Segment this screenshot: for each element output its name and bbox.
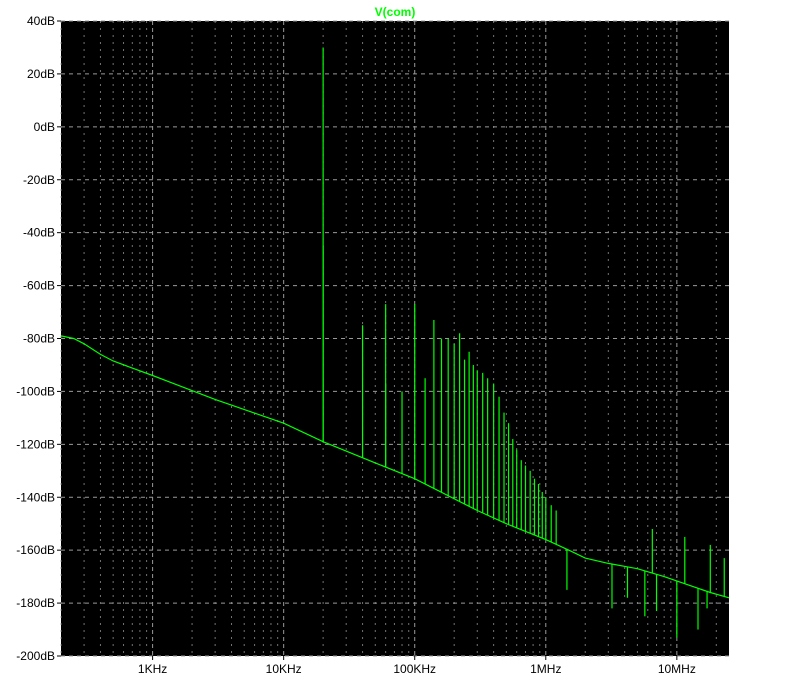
y-axis-ticks: 40dB 20dB 0dB -20dB -40dB -60dB -80dB -100dB -12… <box>16 14 61 663</box>
spectrum-chart[interactable]: 40dB 20dB 0dB -20dB -40dB -60dB -80dB -100dB -12… <box>0 0 796 680</box>
y-tick-label-0: 40dB <box>27 14 55 28</box>
y-tick-label-7: -100dB <box>16 384 55 398</box>
y-tick-label-9: -140dB <box>16 490 55 504</box>
chart-title[interactable]: V(com) <box>375 5 416 19</box>
x-tick-label-0: 1KHz <box>138 662 167 676</box>
y-tick-label-1: 20dB <box>27 67 55 81</box>
y-tick-label-5: -60dB <box>23 279 55 293</box>
y-tick-label-8: -120dB <box>16 437 55 451</box>
y-tick-label-10: -160dB <box>16 543 55 557</box>
x-tick-label-4: 10MHz <box>658 662 696 676</box>
y-tick-label-6: -80dB <box>23 332 55 346</box>
y-tick-label-4: -40dB <box>23 226 55 240</box>
y-tick-label-3: -20dB <box>23 173 55 187</box>
y-tick-label-11: -180dB <box>16 596 55 610</box>
y-tick-label-12: -200dB <box>16 649 55 663</box>
x-tick-label-1: 10KHz <box>266 662 302 676</box>
plot-area[interactable] <box>61 21 729 656</box>
plot-window: 40dB 20dB 0dB -20dB -40dB -60dB -80dB -100dB -12… <box>0 0 796 680</box>
x-tick-label-3: 1MHz <box>530 662 561 676</box>
x-tick-label-2: 100KHz <box>393 662 436 676</box>
x-axis-ticks: 1KHz 10KHz 100KHz 1MHz 10MHz <box>138 656 696 676</box>
y-tick-label-2: 0dB <box>34 120 55 134</box>
